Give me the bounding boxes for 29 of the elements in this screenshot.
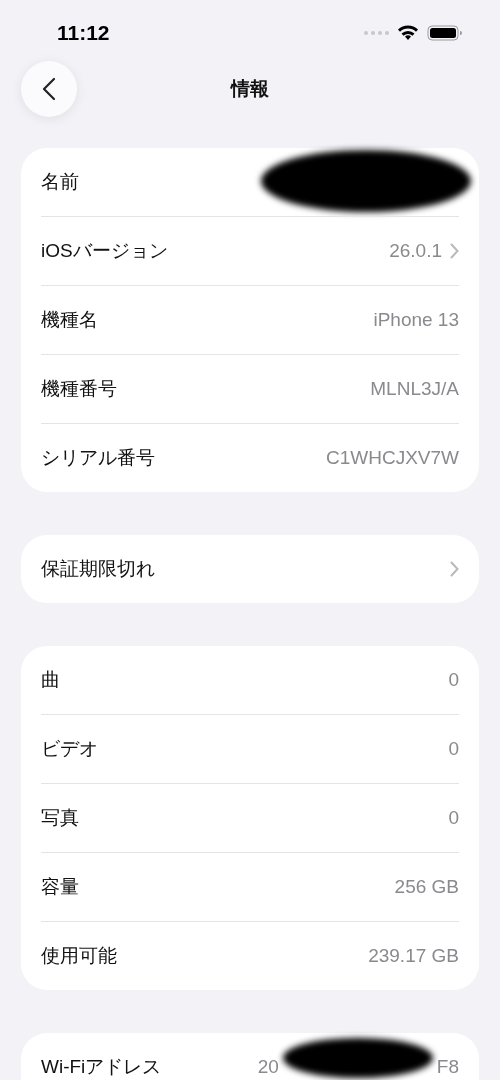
row-value: 20 [257, 1056, 279, 1078]
row-label: 名前 [41, 170, 79, 194]
row-label: iOSバージョン [41, 239, 168, 263]
row-label: 機種名 [41, 308, 98, 332]
row-label: 使用可能 [41, 944, 117, 968]
row-value: 256 GB [394, 876, 459, 898]
row-label: 機種番号 [41, 377, 117, 401]
row-value: 0 [448, 738, 459, 760]
signal-dots-icon [363, 30, 389, 36]
row-value: iPhone 13 [373, 309, 459, 331]
row-label: Wi-Fiアドレス [41, 1055, 162, 1079]
wifi-icon [397, 25, 419, 41]
row-value: F8 [436, 1056, 459, 1078]
row-label: 容量 [41, 875, 79, 899]
row-label: 保証期限切れ [41, 557, 155, 581]
row-label: シリアル番号 [41, 446, 155, 470]
row-label: 曲 [41, 668, 60, 692]
row-label: 写真 [41, 806, 79, 830]
row-value: 0 [448, 669, 459, 691]
page-title: 情報 [231, 78, 269, 99]
row-value: MLNL3J/A [370, 378, 459, 400]
row-value: 0 [448, 807, 459, 829]
row-label: ビデオ [41, 737, 98, 761]
chevron-left-icon [42, 77, 56, 101]
row-value: C1WHCJXV7W [326, 447, 459, 469]
row-value: 239.17 GB [368, 945, 459, 967]
clock-time: 11:12 [57, 21, 111, 45]
battery-icon [427, 25, 462, 41]
row-value: 26.0.1 [389, 240, 442, 262]
